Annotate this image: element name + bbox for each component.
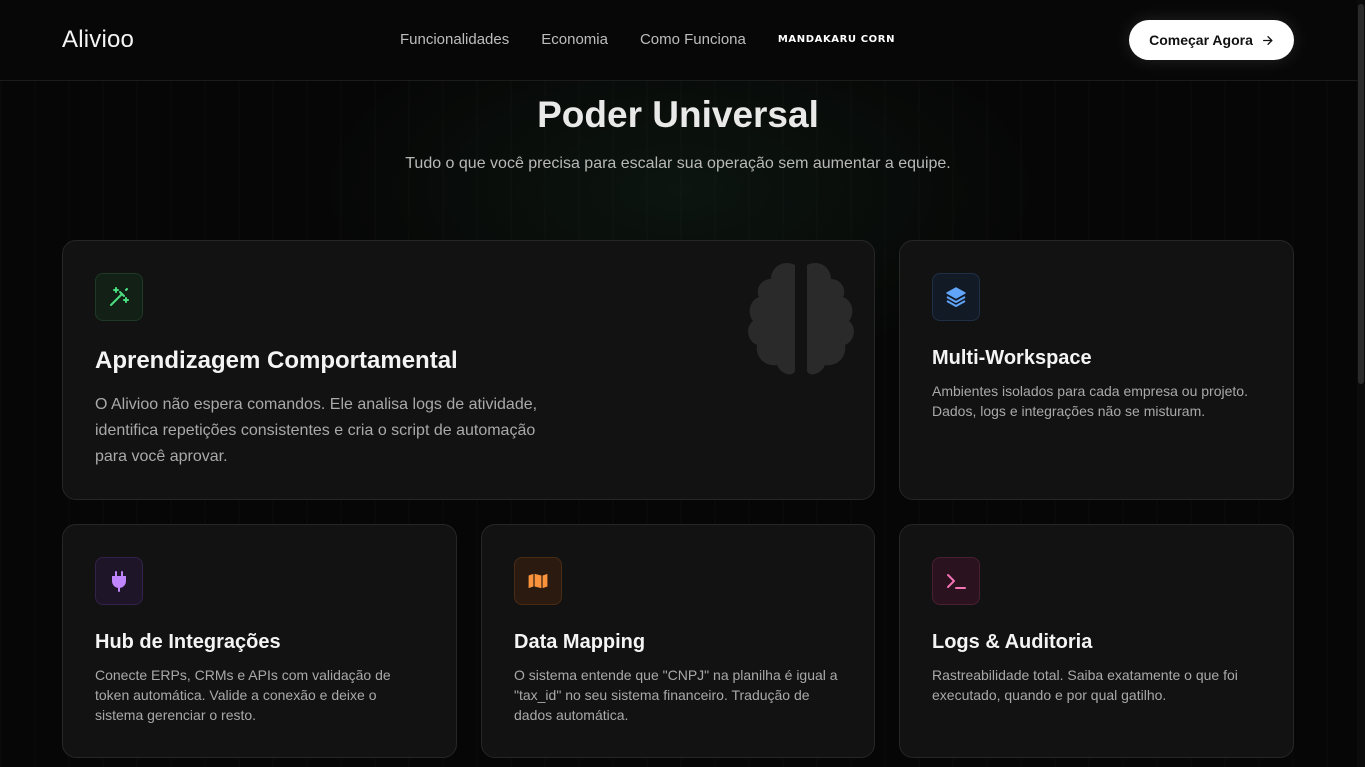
nav-link-economia[interactable]: Economia <box>541 31 608 48</box>
card-description: Conecte ERPs, CRMs e APIs com validação … <box>95 667 391 723</box>
card-description: O Alivioo não espera comandos. Ele anali… <box>95 396 538 465</box>
cta-label: Começar Agora <box>1149 32 1253 48</box>
brain-icon <box>731 249 871 389</box>
magic-wand-icon <box>95 273 143 321</box>
nav-link-como-funciona[interactable]: Como Funciona <box>640 31 746 48</box>
section-title: Poder Universal <box>537 94 819 135</box>
page-scrollbar[interactable] <box>1357 0 1365 767</box>
layers-icon <box>932 273 980 321</box>
plug-icon <box>95 557 143 605</box>
card-title: Data Mapping <box>514 631 646 653</box>
feature-card-multi-workspace: Multi-Workspace Ambientes isolados para … <box>899 240 1294 500</box>
feature-card-hub-integracoes: Hub de Integrações Conecte ERPs, CRMs e … <box>62 524 457 758</box>
scrollbar-thumb[interactable] <box>1358 4 1364 384</box>
map-icon <box>514 557 562 605</box>
nav-link-funcionalidades[interactable]: Funcionalidades <box>400 31 509 48</box>
arrow-right-icon <box>1261 34 1274 47</box>
comecar-agora-button[interactable]: Começar Agora <box>1129 20 1294 60</box>
terminal-icon <box>932 557 980 605</box>
main-nav: Funcionalidades Economia Como Funciona M… <box>400 31 927 48</box>
section-subtitle: Tudo o que você precisa para escalar sua… <box>405 155 951 172</box>
logo[interactable]: Alivioo <box>62 26 134 54</box>
site-header: Alivioo Funcionalidades Economia Como Fu… <box>0 0 1365 81</box>
feature-card-aprendizagem: Aprendizagem Comportamental O Alivioo nã… <box>62 240 875 500</box>
card-description: Ambientes isolados para cada empresa ou … <box>932 383 1248 419</box>
card-title: Multi-Workspace <box>932 347 1092 369</box>
card-title: Hub de Integrações <box>95 631 281 653</box>
feature-card-data-mapping: Data Mapping O sistema entende que "CNPJ… <box>481 524 875 758</box>
card-description: O sistema entende que "CNPJ" na planilha… <box>514 667 838 723</box>
card-title: Aprendizagem Comportamental <box>95 347 458 374</box>
card-description: Rastreabilidade total. Saiba exatamente … <box>932 667 1238 703</box>
feature-card-logs-auditoria: Logs & Auditoria Rastreabilidade total. … <box>899 524 1294 758</box>
nav-link-mandakaru[interactable]: MANDAKARU CORN <box>778 34 895 45</box>
card-title: Logs & Auditoria <box>932 631 1093 653</box>
